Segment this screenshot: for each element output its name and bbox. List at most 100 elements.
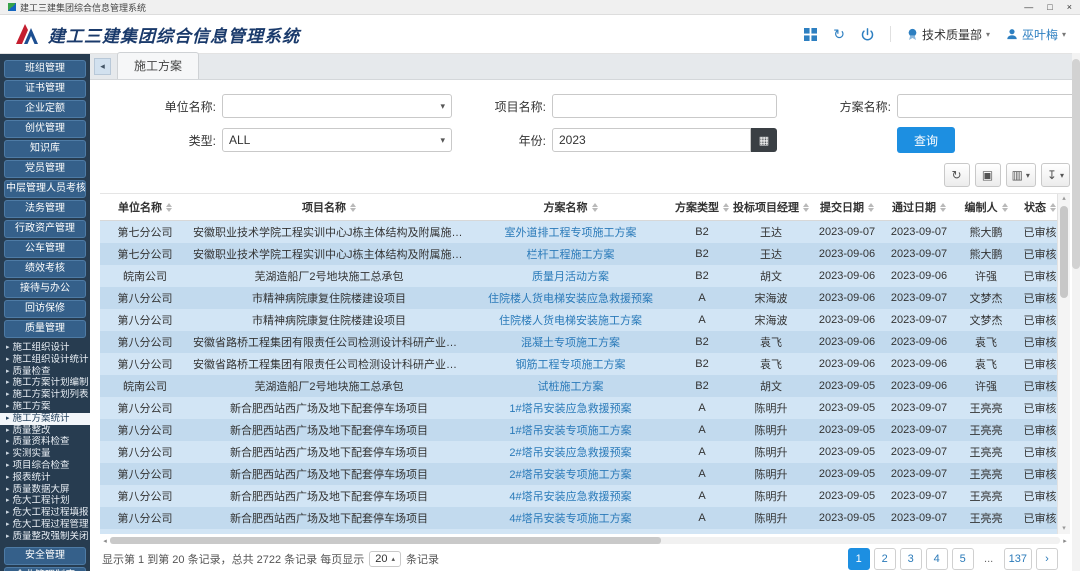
sidebar-item[interactable]: 班组管理 [4,60,86,78]
cell-plan[interactable]: 4#塔吊安装应急救援预案 [468,485,673,507]
sidebar-collapse-button[interactable]: ◂ [94,58,111,75]
cell-plan[interactable]: 2#塔吊安装专项施工方案 [468,463,673,485]
page-button[interactable]: 2 [874,548,896,570]
unit-name-select[interactable]: ▾ [222,94,452,118]
user-menu[interactable]: 巫叶梅 ▾ [1006,26,1066,43]
column-header[interactable]: 方案类型 [673,194,731,221]
cell-plan[interactable]: 1#塔吊安装专项施工方案 [468,419,673,441]
hscrollbar-thumb[interactable] [110,537,661,544]
plan-name-link[interactable]: 住院楼人货电梯安装施工方案 [499,315,642,327]
table-row[interactable]: 第八分公司新合肥西站西广场及地下配套停车场项目1#塔吊安装应急救援预案A陈明升2… [100,397,1063,419]
sidebar-item[interactable]: 安全管理 [4,547,86,565]
cell-plan[interactable]: 2#塔吊安装应急救援预案 [468,441,673,463]
submenu-item[interactable]: ▸施工组织设计 [0,342,90,354]
table-row[interactable]: 皖南公司芜湖造船厂2号地块施工总承包质量月活动方案B2胡文2023-09-062… [100,265,1063,287]
page-button[interactable]: 3 [900,548,922,570]
cell-plan[interactable]: 4#塔吊安装专项施工方案 [468,507,673,529]
next-page-button[interactable]: › [1036,548,1058,570]
scroll-up-icon[interactable]: ▴ [1062,194,1066,204]
sidebar-item[interactable]: 企业定额 [4,100,86,118]
submenu-item[interactable]: ▸质量检查 [0,366,90,378]
cell-plan[interactable]: 住院楼人货电梯安装应急救援预案 [468,287,673,309]
submenu-item[interactable]: ▸质量数据大屏 [0,484,90,496]
plan-name-link[interactable]: 钢筋工程专项施工方案 [516,359,626,371]
cell-plan[interactable]: 1#塔吊安装应急救援预案 [468,397,673,419]
plan-name-link[interactable]: 1#塔吊安装专项施工方案 [509,425,631,437]
sidebar-item[interactable]: 企业管理制度 [4,567,86,571]
maximize-button[interactable]: □ [1047,2,1052,12]
plan-name-link[interactable]: 4#塔吊安装应急救援预案 [509,491,631,503]
column-header[interactable]: 提交日期 [811,194,883,221]
submenu-item[interactable]: ▸施工方案统计 [0,413,90,425]
sidebar-item[interactable]: 行政资产管理 [4,220,86,238]
table-row[interactable]: 第八分公司新合肥西站西广场及地下配套停车场项目4#塔吊安装应急救援预案A陈明升2… [100,485,1063,507]
window-scrollbar[interactable] [1072,53,1080,571]
plan-name-link[interactable]: 栏杆工程施工方案 [527,249,615,261]
cell-plan[interactable]: 融星府项目质量月活动方案 [468,529,673,534]
submenu-item[interactable]: ▸质量整改 [0,425,90,437]
table-row[interactable]: 第七分公司安徽职业技术学院工程实训中心J栋主体结构及附属施工总承包项目栏杆工程施… [100,243,1063,265]
sidebar-item[interactable]: 质量管理 [4,320,86,338]
table-row[interactable]: 皖南公司芜湖造船厂2号地块施工总承包试桩施工方案B2胡文2023-09-0520… [100,375,1063,397]
plan-name-link[interactable]: 2#塔吊安装专项施工方案 [509,469,631,481]
cell-plan[interactable]: 试桩施工方案 [468,375,673,397]
page-button[interactable]: 5 [952,548,974,570]
column-header[interactable]: 通过日期 [883,194,955,221]
refresh-icon[interactable]: ↻ [833,26,845,43]
submenu-item[interactable]: ▸施工方案计划列表 [0,389,90,401]
page-button[interactable]: ... [978,548,1000,570]
sidebar-item[interactable]: 中层管理人员考核 [4,180,86,198]
sidebar-item[interactable]: 知识库 [4,140,86,158]
sidebar-item[interactable]: 创优管理 [4,120,86,138]
window-scrollbar-thumb[interactable] [1072,59,1080,269]
cell-plan[interactable]: 质量月活动方案 [468,265,673,287]
column-header[interactable]: 方案名称 [468,194,673,221]
scrollbar-thumb[interactable] [1060,206,1068,298]
cell-plan[interactable]: 混凝土专项施工方案 [468,331,673,353]
sidebar-item[interactable]: 证书管理 [4,80,86,98]
refresh-button[interactable]: ↻ [944,163,970,187]
columns-button[interactable]: ▥▾ [1006,163,1036,187]
page-button[interactable]: 4 [926,548,948,570]
column-header[interactable]: 编制人 [955,194,1017,221]
column-header[interactable]: 投标项目经理 [731,194,811,221]
plan-name-link[interactable]: 试桩施工方案 [538,381,604,393]
sidebar-item[interactable]: 公车管理 [4,240,86,258]
page-button[interactable]: 137 [1004,548,1032,570]
export-button[interactable]: ↧▾ [1041,163,1070,187]
sidebar-item[interactable]: 绩效考核 [4,260,86,278]
cell-plan[interactable]: 住院楼人货电梯安装施工方案 [468,309,673,331]
toggle-view-button[interactable]: ▣ [975,163,1001,187]
minimize-button[interactable]: — [1024,2,1033,12]
submenu-item[interactable]: ▸实测实量 [0,448,90,460]
cell-plan[interactable]: 钢筋工程专项施工方案 [468,353,673,375]
project-name-input[interactable] [552,94,777,118]
sidebar-item[interactable]: 党员管理 [4,160,86,178]
table-row[interactable]: 第八分公司安徽省路桥工程集团有限责任公司检测设计科研产业中心混凝土专项施工方案B… [100,331,1063,353]
calendar-icon[interactable]: ▦ [751,128,777,152]
sidebar-item[interactable]: 接待与办公 [4,280,86,298]
plan-name-link[interactable]: 1#塔吊安装应急救援预案 [509,403,631,415]
table-vertical-scrollbar[interactable]: ▴ ▾ [1057,194,1070,534]
table-row[interactable]: 第八分公司新合肥西站西广场及地下配套停车场项目4#塔吊安装专项施工方案A陈明升2… [100,507,1063,529]
submenu-item[interactable]: ▸质量资料检查 [0,436,90,448]
hscrollbar-track[interactable] [110,537,1060,544]
cell-plan[interactable]: 室外道排工程专项施工方案 [468,221,673,244]
submenu-item[interactable]: ▸项目综合检查 [0,460,90,472]
page-button[interactable]: 1 [848,548,870,570]
plan-name-input[interactable] [897,94,1080,118]
department-menu[interactable]: 技术质量部 ▾ [907,26,990,43]
apps-grid-icon[interactable] [804,28,817,41]
plan-name-link[interactable]: 住院楼人货电梯安装应急救援预案 [488,293,653,305]
submenu-item[interactable]: ▸危大工程过程管理 [0,519,90,531]
plan-name-link[interactable]: 质量月活动方案 [532,271,609,283]
type-select[interactable]: ALL ▾ [222,128,452,152]
table-row[interactable]: 第八分公司市精神病院康复住院楼建设项目住院楼人货电梯安装施工方案A宋海波2023… [100,309,1063,331]
cell-plan[interactable]: 栏杆工程施工方案 [468,243,673,265]
submenu-item[interactable]: ▸危大工程过程填报 [0,507,90,519]
table-row[interactable]: 第八分公司新合肥西站西广场及地下配套停车场项目2#塔吊安装应急救援预案A陈明升2… [100,441,1063,463]
submenu-item[interactable]: ▸施工组织设计统计 [0,354,90,366]
tab-construction-plan[interactable]: 施工方案 [117,52,199,79]
plan-name-link[interactable]: 4#塔吊安装专项施工方案 [509,513,631,525]
column-header[interactable]: 项目名称 [190,194,468,221]
